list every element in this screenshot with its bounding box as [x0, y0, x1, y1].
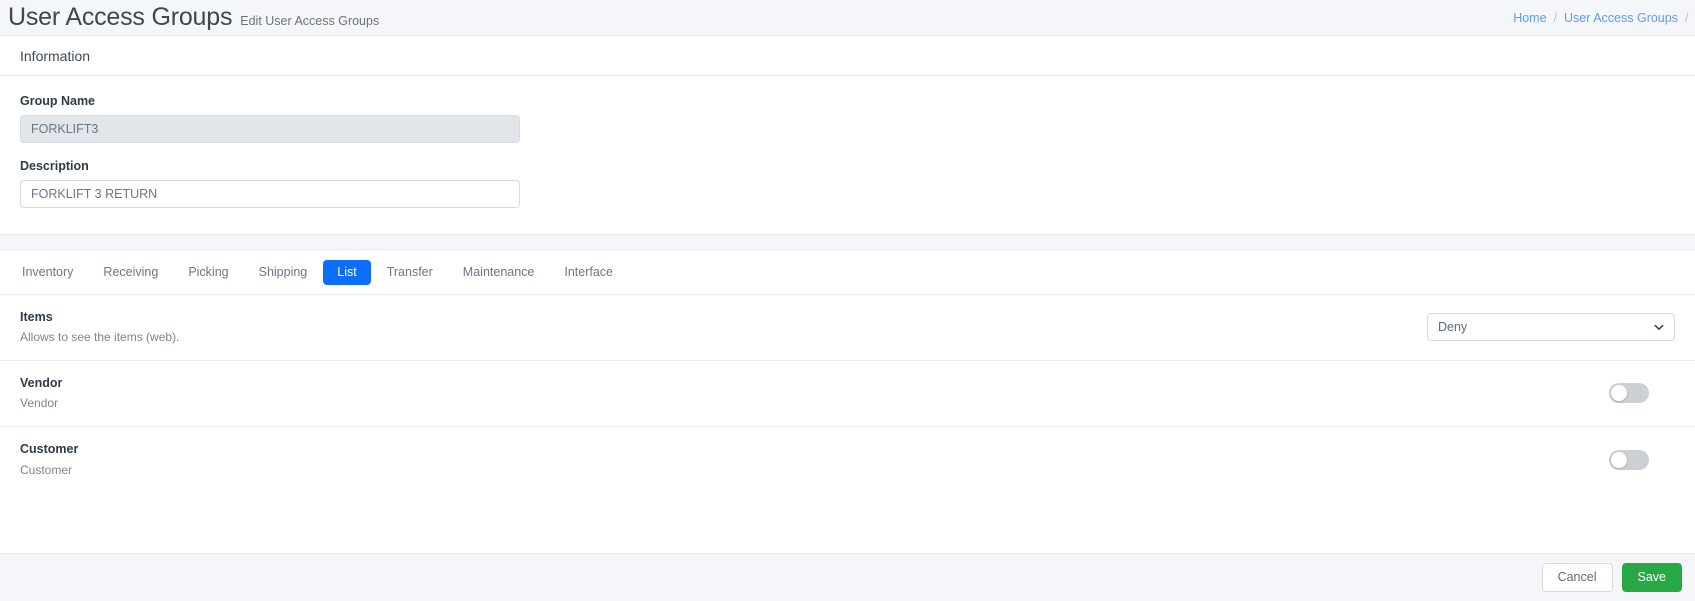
page-header: User Access Groups Edit User Access Grou…: [0, 0, 1695, 35]
description-input[interactable]: [20, 180, 520, 208]
cancel-button[interactable]: Cancel: [1542, 563, 1613, 592]
toggle-knob: [1611, 452, 1627, 468]
tab-interface[interactable]: Interface: [550, 260, 627, 285]
group-name-input[interactable]: [20, 115, 520, 143]
save-button[interactable]: Save: [1622, 563, 1683, 592]
breadcrumb-item-user-access-groups[interactable]: User Access Groups: [1564, 11, 1678, 25]
information-card-header: Information: [0, 36, 1695, 76]
items-permission-select[interactable]: Deny Allow: [1427, 313, 1675, 341]
permission-name-customer: Customer: [20, 443, 78, 456]
vendor-permission-toggle[interactable]: [1609, 383, 1649, 403]
breadcrumb-separator: /: [1685, 11, 1688, 25]
permission-text: Vendor Vendor: [20, 377, 62, 410]
tab-shipping[interactable]: Shipping: [245, 260, 322, 285]
items-select-wrapper: Deny Allow: [1427, 313, 1675, 341]
permission-control: [1609, 450, 1675, 470]
description-label: Description: [20, 159, 1675, 173]
permission-list: Items Allows to see the items (web). Den…: [0, 295, 1695, 493]
tab-transfer[interactable]: Transfer: [373, 260, 447, 285]
permission-text: Customer Customer: [20, 443, 78, 476]
tab-maintenance[interactable]: Maintenance: [449, 260, 549, 285]
permission-description-customer: Customer: [20, 464, 78, 476]
tab-inventory[interactable]: Inventory: [8, 260, 87, 285]
permission-row-items: Items Allows to see the items (web). Den…: [0, 295, 1695, 361]
permission-name-items: Items: [20, 311, 179, 324]
permission-name-vendor: Vendor: [20, 377, 62, 390]
tab-picking[interactable]: Picking: [174, 260, 242, 285]
page-root: User Access Groups Edit User Access Grou…: [0, 0, 1695, 601]
permission-row-customer: Customer Customer: [0, 427, 1695, 493]
permission-description-items: Allows to see the items (web).: [20, 331, 179, 343]
form-footer: Cancel Save: [0, 553, 1695, 601]
group-name-label: Group Name: [20, 94, 1675, 108]
customer-permission-toggle[interactable]: [1609, 450, 1649, 470]
title-group: User Access Groups Edit User Access Grou…: [8, 5, 379, 30]
breadcrumb: Home / User Access Groups / Edit: [1513, 11, 1695, 25]
description-field-group: Description: [20, 159, 1675, 208]
permission-description-vendor: Vendor: [20, 397, 62, 409]
toggle-knob: [1611, 385, 1627, 401]
group-name-field-group: Group Name: [20, 94, 1675, 143]
permission-tabs: Inventory Receiving Picking Shipping Lis…: [0, 249, 1695, 295]
information-card-body: Group Name Description: [0, 76, 1695, 234]
page-subtitle: Edit User Access Groups: [240, 14, 379, 28]
page-title: User Access Groups: [8, 5, 232, 30]
tab-list[interactable]: List: [323, 260, 370, 285]
tab-receiving[interactable]: Receiving: [89, 260, 172, 285]
information-card: Information Group Name Description: [0, 35, 1695, 235]
permission-control: Deny Allow: [1427, 313, 1675, 341]
section-divider-strip: [0, 235, 1695, 249]
permission-row-vendor: Vendor Vendor: [0, 361, 1695, 427]
breadcrumb-item-home[interactable]: Home: [1513, 11, 1546, 25]
permission-text: Items Allows to see the items (web).: [20, 311, 179, 344]
breadcrumb-separator: /: [1554, 11, 1557, 25]
permission-control: [1609, 383, 1675, 403]
